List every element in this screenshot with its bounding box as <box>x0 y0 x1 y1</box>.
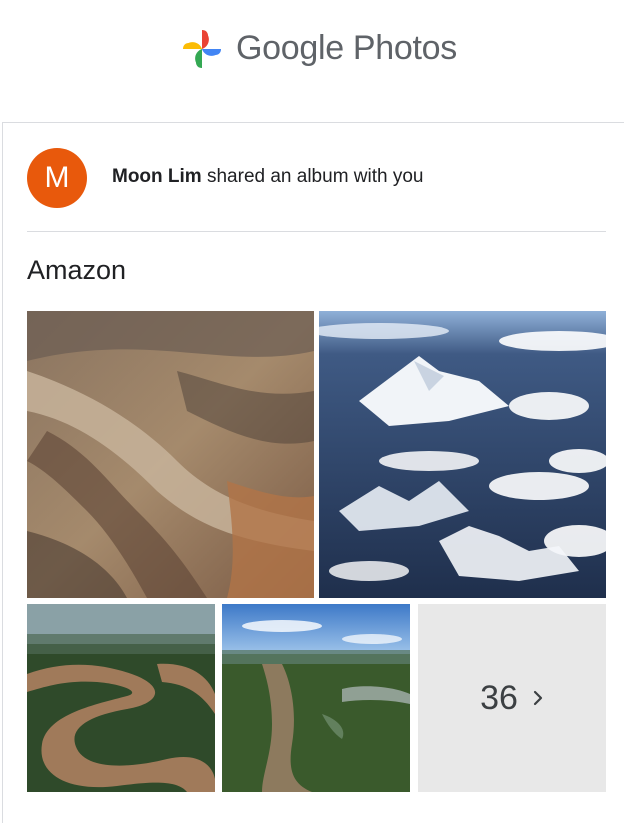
brand-google: Google <box>236 29 344 67</box>
photo-meandering-river-image <box>27 604 215 792</box>
google-photos-logo-icon <box>183 30 221 68</box>
album-photo-jungle-river[interactable] <box>222 604 410 792</box>
more-photos-count: 36 <box>480 678 518 717</box>
more-photos-tile[interactable]: 36 <box>418 604 606 792</box>
album-photo-meandering-river[interactable] <box>27 604 215 792</box>
owner-name: Moon Lim <box>112 166 202 187</box>
album-photo-snowy-peaks[interactable] <box>319 311 606 598</box>
share-message: Moon Lim shared an album with you <box>112 166 424 188</box>
brand-photos: Photos <box>352 29 457 67</box>
header: Google Photos <box>0 0 624 100</box>
share-text: shared an album with you <box>201 166 424 187</box>
photo-mountain-desert-image <box>27 311 314 598</box>
photo-snowy-peaks-image <box>319 311 606 598</box>
divider <box>27 231 606 232</box>
chevron-right-icon <box>533 690 543 706</box>
brand-wordmark: Google Photos <box>236 29 457 68</box>
album-photo-mountain-desert[interactable] <box>27 311 314 598</box>
album-title[interactable]: Amazon <box>27 255 126 286</box>
photo-jungle-river-image <box>222 604 410 792</box>
avatar: M <box>27 148 87 208</box>
